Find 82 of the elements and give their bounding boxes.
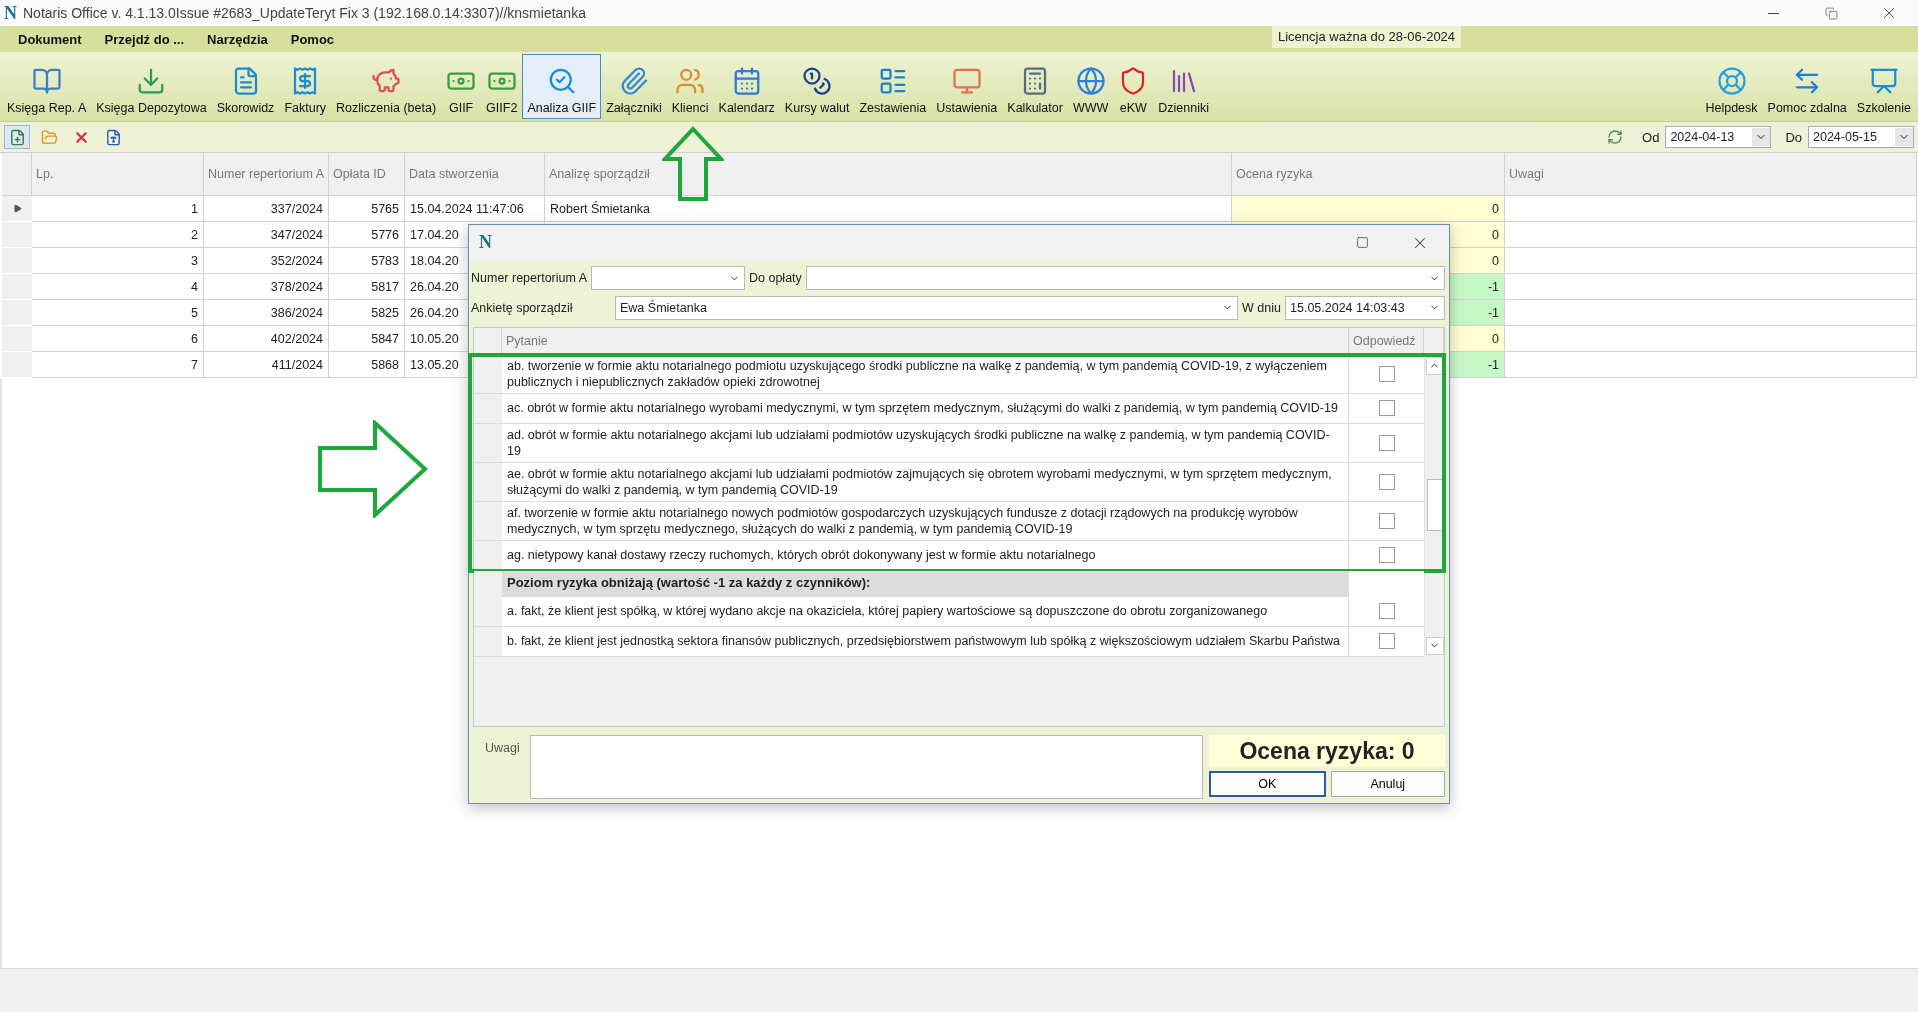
dialog-button[interactable]: Anuluj <box>1330 771 1445 797</box>
combo-field[interactable]: Ewa Śmietanka <box>615 295 1239 320</box>
question-text: ac. obrót w formie aktu notarialnego wyrobami medycznymi, w tym sprzętem medycznym, służącymi do walki z pandemią, w tym pandemią COVID-19 <box>502 393 1349 423</box>
toolbar-button[interactable]: Szkolenie <box>1851 54 1916 119</box>
license-label: Licencja ważna do 28-06-2024 <box>1272 26 1462 48</box>
toolbar-button[interactable]: GIIF <box>441 54 482 119</box>
table-cell: 1 <box>32 196 204 222</box>
toolbar-button[interactable]: Księga Depozytowa <box>91 54 212 119</box>
table-cell: Robert Śmietanka <box>545 196 1232 222</box>
question-text: b. fakt, że klient jest jednostką sektora finansów publicznych, przedsiębiorstwem państwowym lub spółką z większościowym udziałem Skarbu Państwa <box>502 626 1349 656</box>
table-cell: 5783 <box>329 248 405 274</box>
table-cell: 5817 <box>329 274 405 300</box>
column-header[interactable]: Odpowiedź <box>1349 327 1424 355</box>
question-text: ag. nietypowy kanał dostawy rzeczy ruchomych, których obrót dokonywany jest w formie aktu notarialnego <box>502 540 1349 570</box>
toolbar-button[interactable]: Kursy walut <box>779 54 855 119</box>
toolbar-button[interactable]: Dzienniki <box>1153 54 1215 119</box>
table-cell: 347/2024 <box>204 222 329 248</box>
column-header[interactable]: Ocena ryzyka <box>1232 153 1505 196</box>
dialog-button[interactable]: OK <box>1209 771 1326 797</box>
section-heading: Poziom ryzyka obniżają (wartość -1 za każdy z czynników): <box>502 570 1349 597</box>
risk-score: Ocena ryzyka: 0 <box>1209 735 1445 767</box>
toolbar-button[interactable]: Rozliczenia (beta) <box>331 54 442 119</box>
date-field[interactable]: 2024-04-13 <box>1665 126 1772 148</box>
app-logo: N <box>4 2 17 24</box>
toolbar-button[interactable]: Załączniki <box>601 54 667 119</box>
question-text: ad. obrót w formie aktu notarialnego akcjami lub udziałami podmiotów uzyskujących środki publiczne na walkę z pandemią, w tym pandemią COVID-19 <box>502 423 1349 462</box>
toolbar-button[interactable]: Pomoc zdalna <box>1762 54 1852 119</box>
toolbar-button[interactable]: Zestawienia <box>854 54 932 119</box>
table-cell: 5868 <box>329 352 405 378</box>
table-cell: 6 <box>32 326 204 352</box>
column-header[interactable]: Lp. <box>32 153 204 196</box>
column-header[interactable]: Pytanie <box>502 327 1349 355</box>
table-cell: 4 <box>32 274 204 300</box>
toolbar-button[interactable]: Kalendarz <box>713 54 780 119</box>
table-cell: 378/2024 <box>204 274 329 300</box>
toolbar-button[interactable]: GIIF2 <box>481 54 523 119</box>
table-cell: 0 <box>1232 196 1505 222</box>
field-label: W dniu <box>1242 300 1281 315</box>
table-cell: 402/2024 <box>204 326 329 352</box>
table-cell: 352/2024 <box>204 248 329 274</box>
table-cell: 5765 <box>329 196 405 222</box>
toolbar-button[interactable]: Faktury <box>279 54 332 119</box>
toolbar-button[interactable]: Skorowidz <box>211 54 280 119</box>
window-title: Notaris Office v. 4.1.13.0Issue #2683_UpdateTeryt Fix 3 (192.168.0.14:3307)//knsmietanka <box>23 5 587 21</box>
column-header[interactable]: Data stworzenia <box>405 153 545 196</box>
menu-item[interactable]: Narzędzia <box>197 31 281 47</box>
column-header[interactable]: Numer repertorium A <box>204 153 329 196</box>
column-header[interactable]: Analizę sporządził <box>545 153 1232 196</box>
from-label: Od <box>1642 129 1660 145</box>
menu-item[interactable]: Przejdź do ... <box>94 31 198 47</box>
combo-field[interactable]: 15.05.2024 14:03:43 <box>1285 295 1445 320</box>
column-header[interactable]: Uwagi <box>1505 153 1917 196</box>
table-cell: 15.04.2024 11:47:06 <box>405 196 545 222</box>
table-cell: 5776 <box>329 222 405 248</box>
table-cell: 5 <box>32 300 204 326</box>
menu-item[interactable]: Pomoc <box>280 31 348 47</box>
field-label: Do opłaty <box>749 271 802 286</box>
toolbar-button[interactable]: Ustawienia <box>931 54 1003 119</box>
date-field[interactable]: 2024-05-15 <box>1808 126 1914 148</box>
table-cell: 3 <box>32 248 204 274</box>
toolbar-button[interactable]: Helpdesk <box>1700 54 1763 119</box>
table-cell: 337/2024 <box>204 196 329 222</box>
toolbar-button[interactable]: Analiza GIIF <box>522 54 602 119</box>
table-cell: 2 <box>32 222 204 248</box>
toolbar-button[interactable]: WWW <box>1067 54 1114 119</box>
question-text: a. fakt, że klient jest spółką, w której wydano akcje na okaziciela, której papiery wartościowe są dopuszczone do obrotu zorganizowanego <box>502 596 1349 626</box>
to-label: Do <box>1785 129 1802 145</box>
question-text: af. tworzenie w formie aktu notarialnego nowych podmiotów gospodarczych uzyskujących fundusze z dotacji rządowych na produkcję wyrobów medycznych, w tym sprzętu medycznego, służących do walki z pandemią, w tym pandemią COVID-19 <box>502 501 1349 540</box>
table-cell: 386/2024 <box>204 300 329 326</box>
notes-label: Uwagi <box>484 740 521 755</box>
table-cell: 411/2024 <box>204 352 329 378</box>
toolbar-button[interactable]: Księga Rep. A <box>2 54 92 119</box>
question-text: ae. obrót w formie aktu notarialnego akcjami lub udziałami podmiotów zajmujących się obrotem wyrobami medycznymi, w tym sprzętem medycznym, służącymi do walki z pandemią, w tym pandemią COVID-19 <box>502 462 1349 501</box>
question-text: ab. tworzenie w formie aktu notarialnego podmiotu uzyskującego środki publiczne na walkę z pandemią, w tym pandemią COVID-19, z wyłączeniem publicznych i niepublicznych zakładów opieki zdrowotnej <box>502 354 1349 393</box>
column-header[interactable]: Opłata ID <box>329 153 405 196</box>
toolbar-button[interactable]: Kalkulator <box>1002 54 1068 119</box>
table-cell: 5825 <box>329 300 405 326</box>
table-cell: 7 <box>32 352 204 378</box>
menu-item[interactable]: Dokument <box>8 31 95 47</box>
table-cell: 5847 <box>329 326 405 352</box>
toolbar-button[interactable]: Klienci <box>666 54 714 119</box>
toolbar-button[interactable]: eKW <box>1113 54 1154 119</box>
